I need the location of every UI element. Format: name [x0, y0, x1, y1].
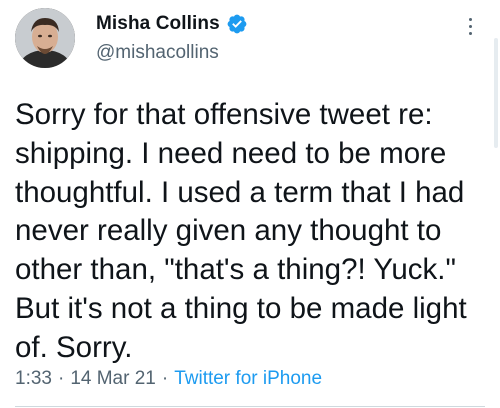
author-name[interactable]: Misha Collins	[96, 13, 220, 35]
tweet-text-line: shipping. I need need to be more	[15, 136, 447, 170]
tweet-text-line: never really given any thought to	[15, 214, 442, 248]
tweet-time[interactable]: 1:33	[15, 368, 52, 390]
tweet-text-line: thoughtful. I used a term that I had	[15, 175, 465, 209]
tweet-text-line: Sorry for that offensive tweet re:	[15, 98, 433, 131]
tweet-card: Misha Collins @mishacollins Sorry for th…	[0, 0, 500, 408]
divider	[15, 406, 485, 407]
more-dot	[468, 24, 472, 28]
tweet-text-line: of. Sorry.	[15, 330, 133, 364]
more-options-icon[interactable]	[460, 12, 480, 40]
tweet-meta: 1:33 · 14 Mar 21 · Twitter for iPhone	[15, 368, 322, 390]
more-dot	[468, 31, 472, 35]
meta-separator: ·	[57, 368, 65, 389]
verified-badge-icon	[226, 13, 248, 35]
avatar-photo	[15, 8, 75, 68]
more-dot	[468, 17, 472, 21]
tweet-text-line: other than, "that's a thing?! Yuck."	[15, 253, 456, 287]
tweet-date[interactable]: 14 Mar 21	[70, 368, 156, 390]
scrollbar[interactable]	[494, 38, 498, 148]
tweet-source-link[interactable]: Twitter for iPhone	[174, 368, 322, 390]
avatar[interactable]	[15, 8, 75, 68]
tweet-text: Sorry for that offensive tweet re: shipp…	[15, 96, 485, 368]
author-handle[interactable]: @mishacollins	[96, 42, 219, 64]
author-name-row: Misha Collins	[96, 10, 248, 38]
meta-separator: ·	[161, 368, 169, 389]
tweet-text-line: But it's not a thing to be made light	[15, 291, 467, 325]
